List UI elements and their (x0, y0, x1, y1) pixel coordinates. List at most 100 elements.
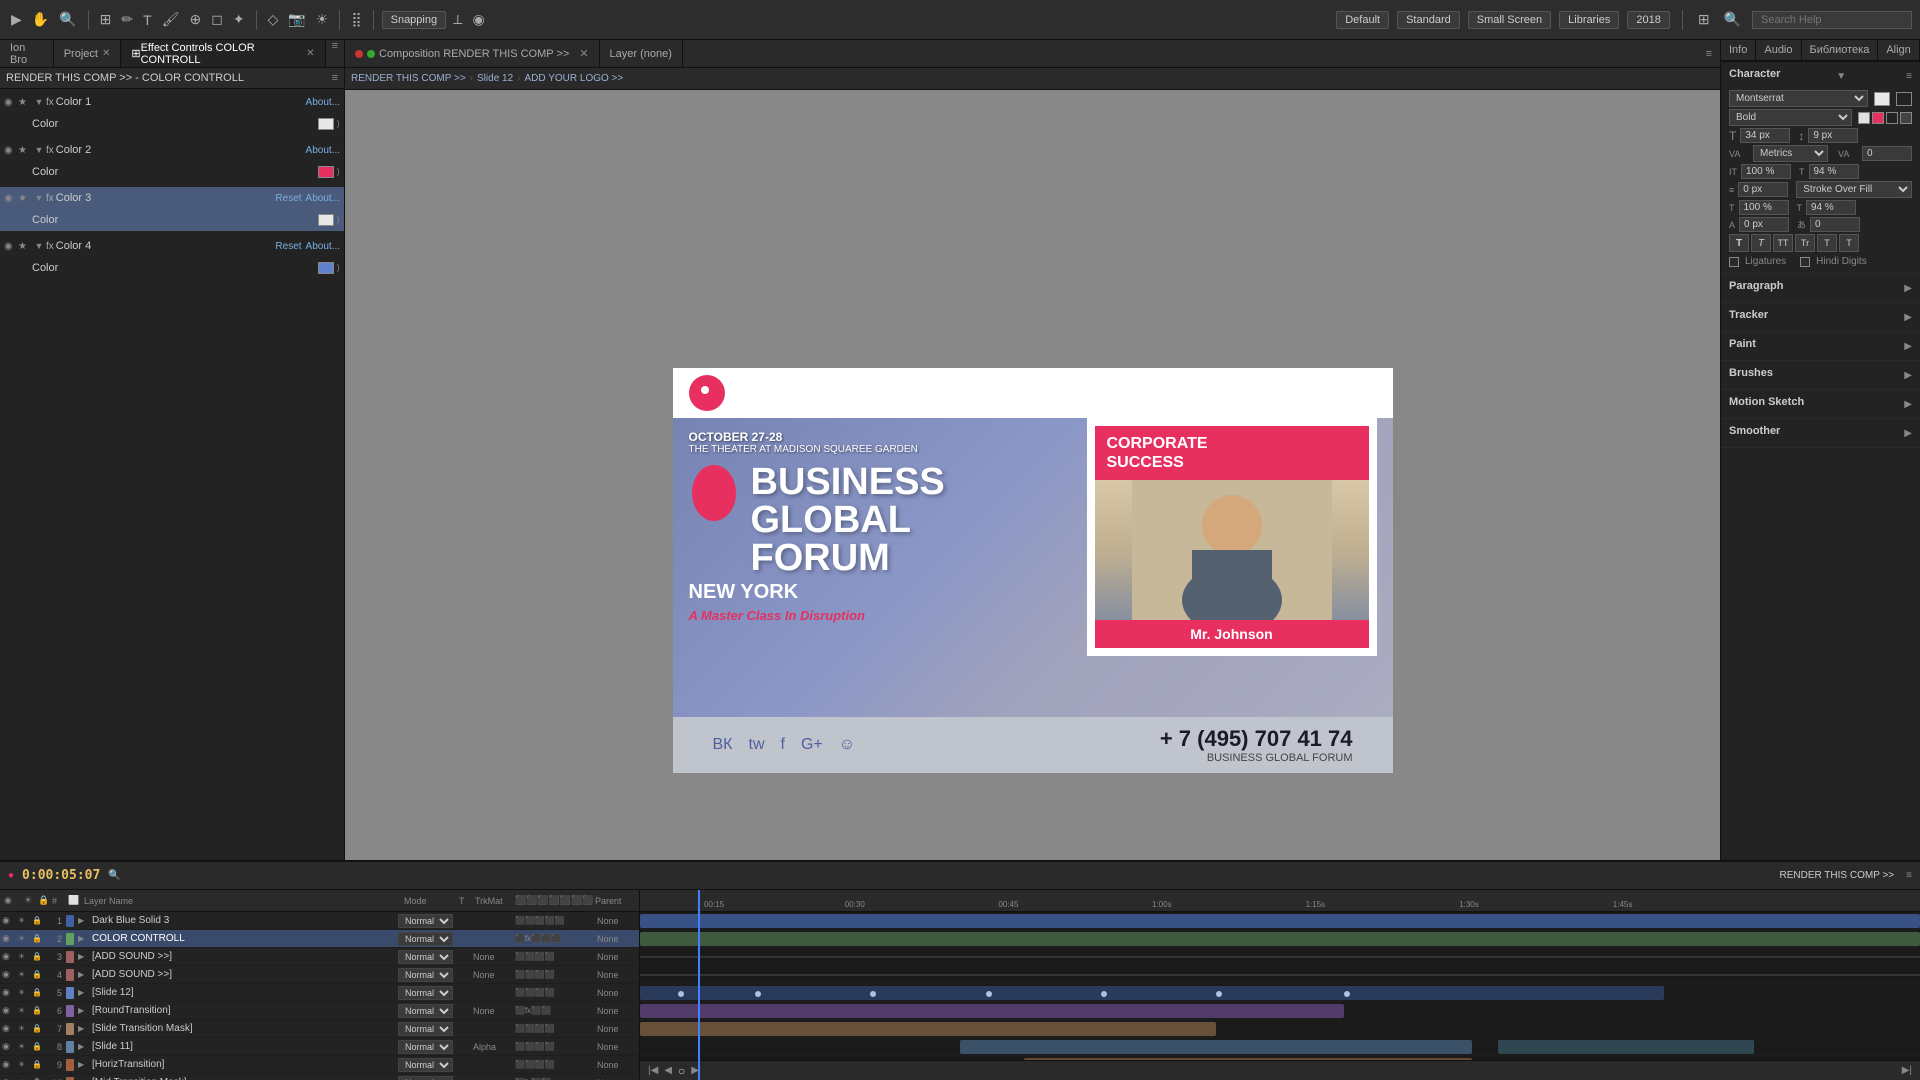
tl-6-expand[interactable]: ▶ (78, 1006, 90, 1015)
style-btn-T-sub[interactable]: T (1817, 234, 1837, 252)
tl-row-4[interactable]: ◉ ☀ 🔒 4 ▶ [ADD SOUND >>] Normal None ⬛⬛⬛… (0, 966, 639, 984)
color1-expand-icon[interactable]: ▼ (32, 95, 46, 109)
tl-6-solo[interactable]: ☀ (18, 1006, 30, 1015)
tl-5-solo[interactable]: ☀ (18, 988, 30, 997)
tab-effect-controls[interactable]: ⊞ Effect Controls COLOR CONTROLL ✕ (121, 40, 325, 67)
tl-1-eye[interactable]: ◉ (2, 915, 16, 926)
tracking-input[interactable] (1862, 146, 1912, 161)
eraser-icon[interactable]: ◻ (208, 9, 226, 30)
color1-about-btn[interactable]: About... (306, 97, 340, 108)
color4-arrow-icon[interactable]: ⟩ (336, 263, 340, 274)
clone-icon[interactable]: ⊕ (186, 9, 204, 30)
text-icon[interactable]: T (140, 10, 155, 30)
tl-5-eye[interactable]: ◉ (2, 987, 16, 998)
tl-7-expand[interactable]: ▶ (78, 1024, 90, 1033)
color2-expand-icon[interactable]: ▼ (32, 143, 46, 157)
tab-effect-close[interactable]: ✕ (306, 48, 314, 59)
hand-icon[interactable]: ✋ (29, 9, 52, 30)
motion-blur-icon[interactable]: ◉ (469, 9, 487, 30)
stroke-type-select[interactable]: Stroke Over Fill (1796, 181, 1912, 198)
tl-2-solo[interactable]: ☀ (18, 934, 30, 943)
color4-swatch[interactable] (318, 262, 334, 274)
tab-render-comp[interactable]: Composition RENDER THIS COMP >> ✕ (345, 40, 600, 67)
tl-1-solo[interactable]: ☀ (18, 916, 30, 925)
tl-1-mode[interactable]: Normal (398, 914, 453, 928)
color4-reset-btn[interactable]: Reset (275, 241, 301, 252)
color2-star-icon[interactable]: ★ (18, 145, 32, 156)
tl-8-mode[interactable]: Normal (398, 1040, 453, 1054)
color-swatch-c[interactable] (1886, 112, 1898, 124)
color2-about-btn[interactable]: About... (306, 145, 340, 156)
tab-project-close[interactable]: ✕ (102, 48, 110, 59)
search-input[interactable] (1752, 11, 1912, 29)
tl-4-expand[interactable]: ▶ (78, 970, 90, 979)
tl-2-expand[interactable]: ▶ (78, 934, 90, 943)
tl-row-3[interactable]: ◉ ☀ 🔒 3 ▶ [ADD SOUND >>] Normal None ⬛⬛⬛… (0, 948, 639, 966)
tl-4-solo[interactable]: ☀ (18, 970, 30, 979)
tl-6-lock[interactable]: 🔒 (32, 1006, 44, 1015)
color-swatch-a[interactable] (1858, 112, 1870, 124)
tl-row-2[interactable]: ◉ ☀ 🔒 2 ▶ COLOR CONTROLL Normal ⬛fx⬛⬛⬛ N… (0, 930, 639, 948)
hindi-checkbox[interactable] (1800, 257, 1810, 267)
color3-arrow-icon[interactable]: ⟩ (336, 215, 340, 226)
paint-expand-icon[interactable]: ▶ (1904, 341, 1912, 352)
tab-project[interactable]: Project ✕ (54, 40, 122, 67)
tl-row-1[interactable]: ◉ ☀ 🔒 1 ▶ Dark Blue Solid 3 Normal ⬛⬛⬛⬛⬛… (0, 912, 639, 930)
tl-4-mode[interactable]: Normal (398, 968, 453, 982)
color3-sub-row[interactable]: Color ⟩ (0, 209, 344, 231)
tl-9-lock[interactable]: 🔒 (32, 1060, 44, 1069)
style-btn-TT[interactable]: TT (1773, 234, 1793, 252)
color4-row[interactable]: ◉ ★ ▼ fx Color 4 Reset About... (0, 235, 344, 257)
leading-input[interactable] (1808, 128, 1858, 143)
color3-about-btn[interactable]: About... (306, 193, 340, 204)
tl-row-7[interactable]: ◉ ☀ 🔒 7 ▶ [Slide Transition Mask] Normal… (0, 1020, 639, 1038)
color3-reset-btn[interactable]: Reset (275, 193, 301, 204)
effect-header-menu[interactable]: ≡ (332, 72, 338, 84)
color-swatch-d[interactable] (1900, 112, 1912, 124)
tl-row-6[interactable]: ◉ ☀ 🔒 6 ▶ [RoundTransition] Normal None … (0, 1002, 639, 1020)
color1-arrow-icon[interactable]: ⟩ (336, 119, 340, 130)
tl-9-expand[interactable]: ▶ (78, 1060, 90, 1069)
tl-8-solo[interactable]: ☀ (18, 1042, 30, 1051)
font-style-select[interactable]: Bold (1729, 109, 1852, 126)
search-icon[interactable]: 🔍 (1721, 9, 1744, 30)
tl-goto-end[interactable]: ▶| (1902, 1065, 1912, 1076)
color-swatch-b[interactable] (1872, 112, 1884, 124)
character-menu-icon[interactable]: ≡ (1906, 71, 1912, 82)
color2-eye-icon[interactable]: ◉ (4, 145, 18, 156)
character-expand-icon[interactable]: ▼ (1836, 71, 1846, 82)
rp-tab-audio[interactable]: Audio (1756, 40, 1801, 61)
tl-scroll-right[interactable]: ▶ (691, 1065, 699, 1076)
tsumi2-input[interactable] (1810, 217, 1860, 232)
rp-tab-align[interactable]: Align (1878, 40, 1919, 61)
tl-row-8[interactable]: ◉ ☀ 🔒 8 ▶ [Slide 11] Normal Alpha ⬛⬛⬛⬛ N… (0, 1038, 639, 1056)
color3-eye-icon[interactable]: ◉ (4, 193, 18, 204)
scale-v-input[interactable] (1809, 164, 1859, 179)
color4-sub-row[interactable]: Color ⟩ (0, 257, 344, 279)
tl-scroll-btn[interactable]: ○ (678, 1064, 685, 1078)
color2-sub-row[interactable]: Color ⟩ (0, 161, 344, 183)
tl-4-lock[interactable]: 🔒 (32, 970, 44, 979)
tl-2-eye[interactable]: ◉ (2, 933, 16, 944)
light-icon[interactable]: ☀ (313, 9, 332, 30)
tl-8-expand[interactable]: ▶ (78, 1042, 90, 1051)
color3-expand-icon[interactable]: ▼ (32, 191, 46, 205)
style-btn-T[interactable]: T (1729, 234, 1749, 252)
color4-star-icon[interactable]: ★ (18, 241, 32, 252)
default-btn[interactable]: Default (1336, 11, 1389, 29)
year-btn[interactable]: 2018 (1627, 11, 1669, 29)
tab-layer[interactable]: Layer (none) (600, 40, 683, 67)
standard-btn[interactable]: Standard (1397, 11, 1460, 29)
style-btn-T-sup[interactable]: T (1839, 234, 1859, 252)
tl-3-solo[interactable]: ☀ (18, 952, 30, 961)
tl-3-expand[interactable]: ▶ (78, 952, 90, 961)
zoom-icon[interactable]: 🔍 (56, 9, 79, 30)
bshift-input[interactable] (1739, 217, 1789, 232)
tl-5-lock[interactable]: 🔒 (32, 988, 44, 997)
brush-icon[interactable]: 🖌 (159, 9, 183, 30)
shape-icon[interactable]: ◇ (265, 9, 282, 30)
tl-9-eye[interactable]: ◉ (2, 1059, 16, 1070)
tl-6-eye[interactable]: ◉ (2, 1005, 16, 1016)
font-stroke-swatch[interactable] (1896, 92, 1912, 106)
color2-row[interactable]: ◉ ★ ▼ fx Color 2 About... (0, 139, 344, 161)
